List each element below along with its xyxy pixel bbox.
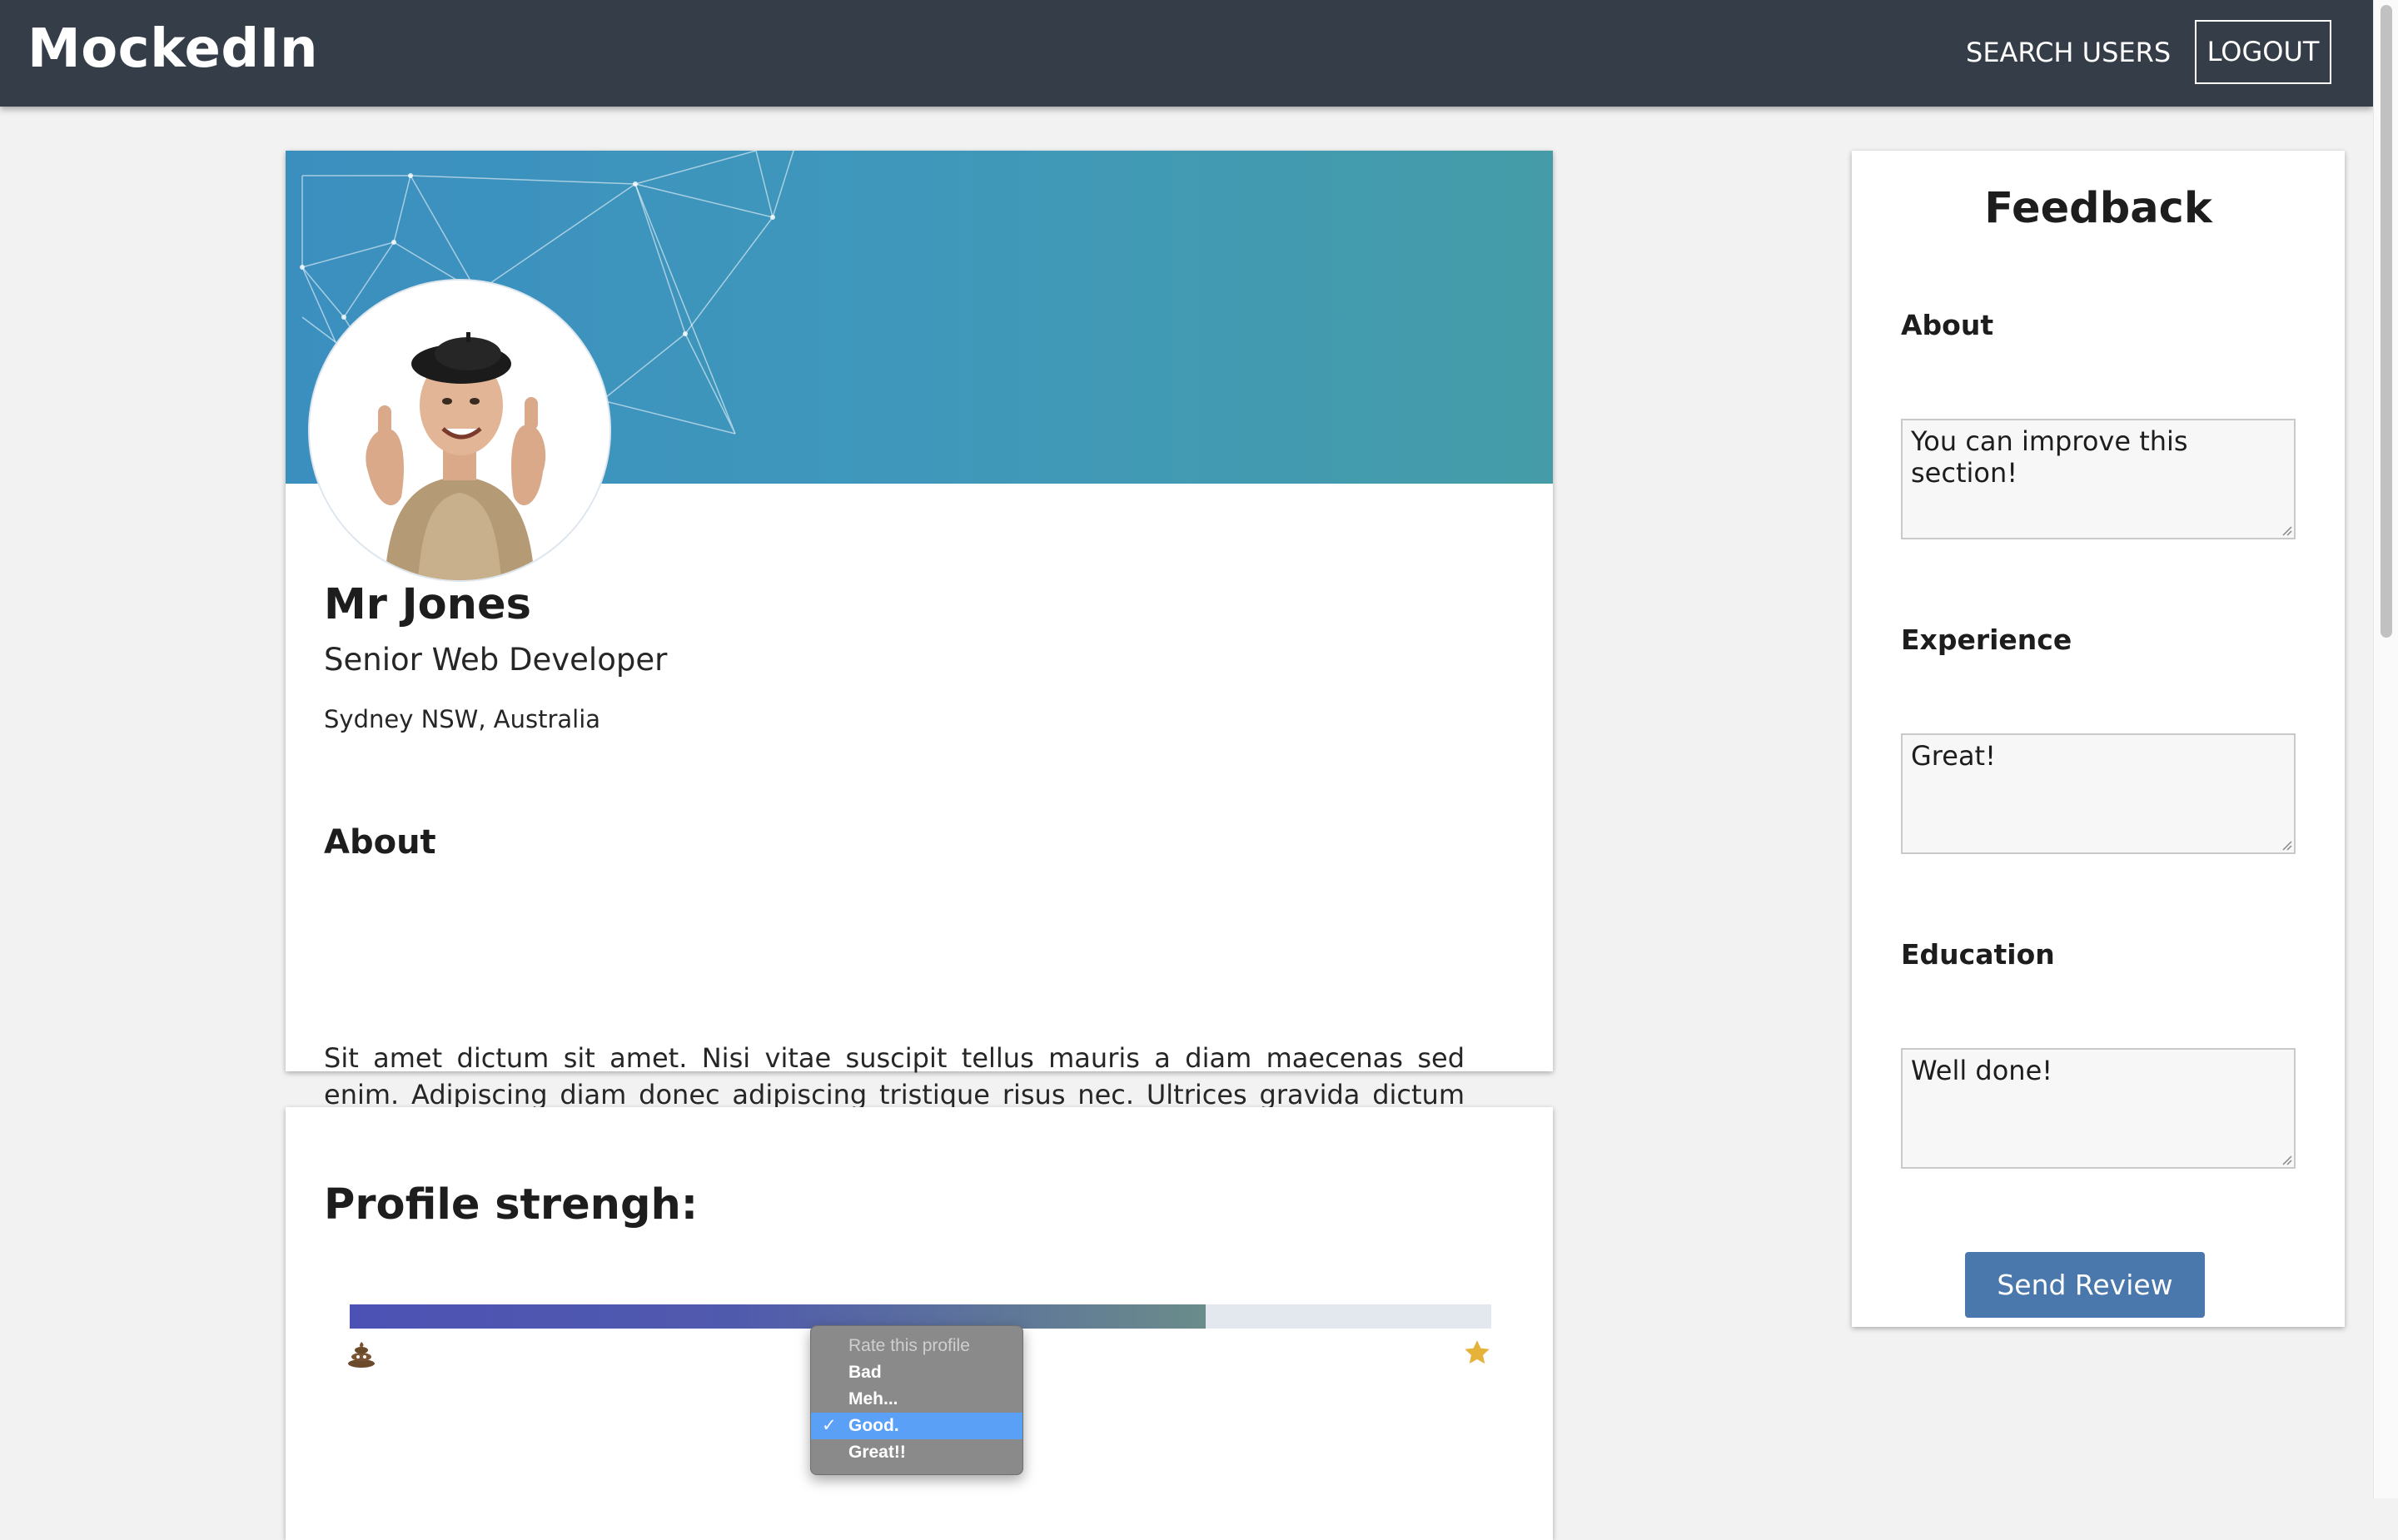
profile-card: Mr Jones Senior Web Developer Sydney NSW… <box>286 151 1553 1147</box>
poop-icon <box>348 1342 375 1368</box>
profile-name: Mr Jones <box>324 580 531 629</box>
resize-grip-icon[interactable] <box>2281 839 2292 851</box>
top-navbar: MockedIn SEARCH USERS LOGOUT <box>0 0 2373 107</box>
brand-logo[interactable]: MockedIn <box>27 18 318 80</box>
profile-avatar <box>310 281 609 580</box>
feedback-experience-textarea[interactable]: Great! <box>1901 733 2296 854</box>
dropdown-option-label: Good. <box>848 1416 899 1435</box>
feedback-card: Feedback About You can improve this sect… <box>1852 151 2345 1327</box>
dropdown-option-good[interactable]: ✓ Good. <box>811 1413 1022 1439</box>
dropdown-option-label: Bad <box>848 1363 882 1382</box>
star-icon <box>1465 1340 1490 1364</box>
feedback-about-label: About <box>1901 309 1994 341</box>
profile-location: Sydney NSW, Australia <box>324 705 601 733</box>
feedback-education-label: Education <box>1901 938 2055 971</box>
dropdown-placeholder: Rate this profile <box>811 1333 1022 1359</box>
dropdown-option-label: Great!! <box>848 1443 906 1462</box>
profile-strength-card: Profile strengh: <box>286 1107 1553 1540</box>
dropdown-option-meh[interactable]: Meh... <box>811 1386 1022 1413</box>
strength-progress-fill <box>350 1304 1206 1329</box>
avatar-portrait <box>310 281 609 580</box>
dropdown-placeholder-label: Rate this profile <box>848 1336 970 1355</box>
dropdown-option-label: Meh... <box>848 1389 898 1408</box>
send-review-button[interactable]: Send Review <box>1965 1252 2205 1318</box>
profile-strength-heading: Profile strengh: <box>324 1180 699 1230</box>
feedback-experience-value: Great! <box>1911 740 1996 772</box>
dropdown-option-great[interactable]: Great!! <box>811 1439 1022 1466</box>
dropdown-option-bad[interactable]: Bad <box>811 1359 1022 1386</box>
search-users-link[interactable]: SEARCH USERS <box>1966 37 2171 68</box>
rate-profile-dropdown[interactable]: Rate this profile Bad Meh... ✓ Good. Gre… <box>810 1325 1023 1475</box>
scrollbar-thumb[interactable] <box>2381 5 2392 638</box>
page-scrollbar[interactable] <box>2373 0 2398 1498</box>
logout-button[interactable]: LOGOUT <box>2195 20 2331 84</box>
feedback-education-textarea[interactable]: Well done! <box>1901 1048 2296 1169</box>
resize-grip-icon[interactable] <box>2281 524 2292 536</box>
feedback-education-value: Well done! <box>1911 1055 2053 1086</box>
feedback-about-textarea[interactable]: You can improve this section! <box>1901 419 2296 539</box>
resize-grip-icon[interactable] <box>2281 1154 2292 1165</box>
profile-job-title: Senior Web Developer <box>324 642 668 678</box>
about-heading: About <box>324 823 436 862</box>
feedback-title: Feedback <box>1984 184 2212 233</box>
feedback-experience-label: Experience <box>1901 623 2072 656</box>
checkmark-icon: ✓ <box>822 1416 837 1435</box>
feedback-about-value: You can improve this section! <box>1911 425 2188 489</box>
